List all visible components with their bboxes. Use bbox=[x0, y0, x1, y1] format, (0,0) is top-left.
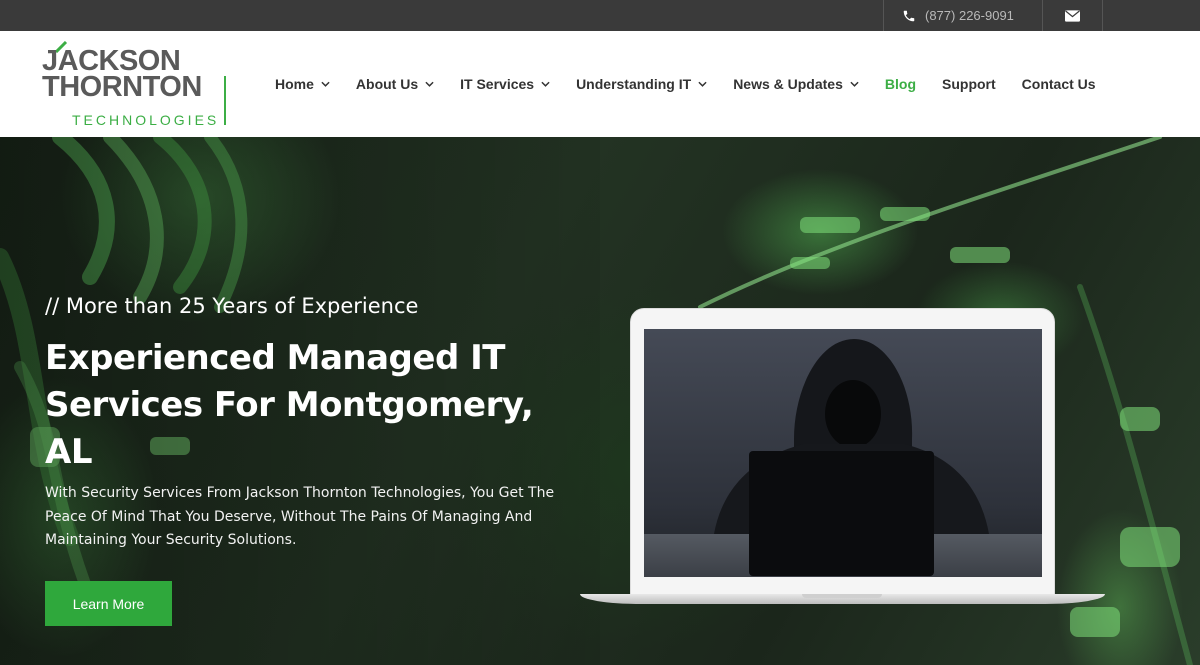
laptop-notch bbox=[802, 594, 882, 598]
nav-label[interactable]: Support bbox=[942, 76, 996, 92]
nav-label[interactable]: News & Updates bbox=[733, 76, 843, 92]
site-header: JACKSON THORNTON TECHNOLOGIES Home About… bbox=[0, 31, 1200, 137]
phone-link[interactable]: (877) 226-9091 bbox=[883, 0, 1042, 31]
nav-item-support[interactable]: Support bbox=[942, 76, 996, 92]
top-bar: (877) 226-9091 bbox=[0, 0, 1200, 31]
nav-item-understanding-it[interactable]: Understanding IT bbox=[576, 76, 707, 92]
hero-kicker: // More than 25 Years of Experience bbox=[45, 294, 419, 318]
small-laptop-image bbox=[749, 451, 934, 576]
chevron-down-icon bbox=[321, 81, 330, 87]
nav-label[interactable]: Understanding IT bbox=[576, 76, 691, 92]
logo-divider bbox=[224, 76, 226, 125]
nav-item-it-services[interactable]: IT Services bbox=[460, 76, 550, 92]
nav-item-contact-us[interactable]: Contact Us bbox=[1022, 76, 1096, 92]
logo-line-2: THORNTON bbox=[42, 71, 202, 103]
nav-label[interactable]: About Us bbox=[356, 76, 418, 92]
nav-label[interactable]: Contact Us bbox=[1022, 76, 1096, 92]
phone-number[interactable]: (877) 226-9091 bbox=[925, 8, 1014, 23]
nav-item-news-updates[interactable]: News & Updates bbox=[733, 76, 859, 92]
nav-item-home[interactable]: Home bbox=[275, 76, 330, 92]
hero-section: // More than 25 Years of Experience Expe… bbox=[0, 137, 1200, 665]
envelope-icon[interactable] bbox=[1065, 9, 1080, 22]
learn-more-button[interactable]: Learn More bbox=[45, 581, 172, 626]
nav-item-about-us[interactable]: About Us bbox=[356, 76, 434, 92]
chevron-down-icon bbox=[850, 81, 859, 87]
chevron-down-icon bbox=[541, 81, 550, 87]
nav-item-blog[interactable]: Blog bbox=[885, 76, 916, 92]
chevron-down-icon bbox=[698, 81, 707, 87]
hero-headline: Experienced Managed IT Services For Mont… bbox=[45, 338, 534, 472]
logo-line-3: TECHNOLOGIES bbox=[72, 112, 220, 128]
nav-label[interactable]: Blog bbox=[885, 76, 916, 92]
laptop-lid bbox=[630, 308, 1055, 596]
chevron-down-icon bbox=[425, 81, 434, 87]
company-logo[interactable]: JACKSON THORNTON TECHNOLOGIES bbox=[42, 41, 232, 129]
hero-subtext: With Security Services From Jackson Thor… bbox=[45, 485, 555, 548]
nav-label[interactable]: IT Services bbox=[460, 76, 534, 92]
phone-icon bbox=[903, 10, 915, 21]
email-link[interactable] bbox=[1042, 0, 1103, 31]
laptop-illustration bbox=[580, 308, 1105, 610]
laptop-screen-image bbox=[644, 329, 1042, 577]
main-navigation: Home About Us IT Services Understanding … bbox=[275, 31, 1122, 137]
nav-label[interactable]: Home bbox=[275, 76, 314, 92]
